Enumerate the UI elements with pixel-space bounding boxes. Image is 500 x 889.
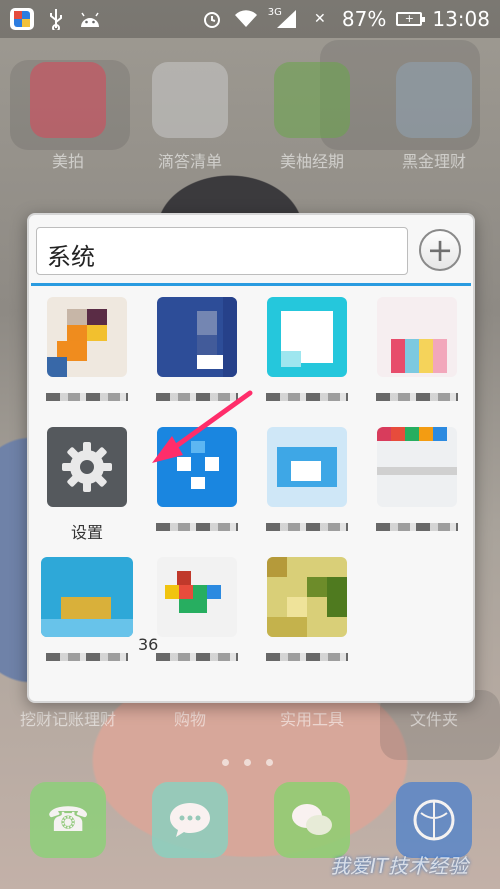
folder-app-10[interactable]: 36 bbox=[138, 557, 252, 677]
blurred-label bbox=[376, 523, 458, 531]
blurred-label bbox=[156, 653, 238, 661]
page-indicator-dot bbox=[222, 759, 229, 766]
wechat-icon[interactable] bbox=[274, 782, 350, 858]
folder-app-3[interactable] bbox=[252, 297, 362, 417]
folder-popup: 系统 + 设置 36 bbox=[27, 213, 475, 703]
page-indicator-dot bbox=[266, 759, 273, 766]
folder-divider bbox=[31, 283, 471, 286]
add-app-button[interactable]: + bbox=[419, 229, 461, 271]
pixelated-app-icon bbox=[157, 427, 237, 507]
pixelated-app-icon bbox=[157, 557, 237, 637]
pixelated-app-icon bbox=[47, 297, 127, 377]
blurred-label bbox=[46, 393, 128, 401]
folder-name-field[interactable]: 系统 bbox=[36, 227, 408, 275]
pixelated-app-icon bbox=[377, 297, 457, 377]
settings-app-icon bbox=[47, 427, 127, 507]
browser-icon[interactable] bbox=[396, 782, 472, 858]
home-label-6: 购物 bbox=[173, 710, 206, 729]
folder-app-8[interactable] bbox=[362, 427, 472, 547]
pixelated-app-icon bbox=[267, 297, 347, 377]
blurred-label bbox=[46, 653, 128, 661]
home-label-4: 黑金理财 bbox=[401, 152, 466, 171]
blurred-label bbox=[376, 393, 458, 401]
gear-icon bbox=[62, 442, 112, 492]
pixelated-app-icon bbox=[267, 427, 347, 507]
period-app-icon[interactable] bbox=[274, 62, 350, 138]
settings-app[interactable]: 设置 bbox=[32, 427, 142, 547]
network-type-label: 3G bbox=[267, 6, 282, 18]
todo-app-icon[interactable] bbox=[152, 62, 228, 138]
blurred-label bbox=[266, 393, 348, 401]
finance-folder-icon[interactable] bbox=[396, 62, 472, 138]
status-bar: 3G ✕ 87% + 13:08 bbox=[0, 0, 500, 38]
usb-icon bbox=[44, 8, 68, 30]
wifi-icon bbox=[234, 8, 258, 30]
alarm-icon bbox=[200, 8, 224, 30]
phone-icon[interactable]: ☎ bbox=[30, 782, 106, 858]
home-label-8: 文件夹 bbox=[409, 710, 458, 729]
home-label-7: 实用工具 bbox=[279, 710, 344, 729]
pixelated-app-icon bbox=[41, 557, 133, 637]
blurred-label bbox=[266, 523, 348, 531]
watermark-text: 我爱IT技术经验 bbox=[330, 854, 469, 878]
folder-app-4[interactable] bbox=[362, 297, 472, 417]
pixelated-app-icon bbox=[157, 297, 237, 377]
home-label-3: 美柚经期 bbox=[279, 152, 344, 171]
folder-app-1[interactable] bbox=[32, 297, 142, 417]
app-notification-icon bbox=[10, 8, 34, 30]
folder-app-11[interactable] bbox=[252, 557, 362, 677]
home-label-2: 滴答清单 bbox=[157, 152, 222, 171]
folder-app-9[interactable] bbox=[32, 557, 142, 677]
battery-icon: + bbox=[396, 12, 426, 26]
partial-label-text: 36 bbox=[138, 635, 159, 654]
blurred-label bbox=[266, 653, 348, 661]
no-sim-icon: ✕ bbox=[314, 11, 326, 27]
blurred-label bbox=[156, 523, 238, 531]
settings-label: 设置 bbox=[70, 523, 103, 542]
android-debug-icon bbox=[78, 8, 102, 30]
messages-icon[interactable] bbox=[152, 782, 228, 858]
blurred-label bbox=[156, 393, 238, 401]
battery-percent: 87% bbox=[341, 7, 387, 31]
meipai-app-icon[interactable] bbox=[30, 62, 106, 138]
clock: 13:08 bbox=[432, 7, 490, 31]
pixelated-app-icon bbox=[267, 557, 347, 637]
folder-app-7[interactable] bbox=[252, 427, 362, 547]
home-label-1: 美拍 bbox=[51, 152, 84, 171]
home-label-5: 挖财记账理财 bbox=[19, 710, 116, 729]
plus-icon: + bbox=[426, 231, 454, 269]
pixelated-app-icon bbox=[377, 427, 457, 507]
folder-app-6[interactable] bbox=[142, 427, 252, 547]
page-indicator-dot bbox=[244, 759, 251, 766]
folder-app-2[interactable] bbox=[142, 297, 252, 417]
